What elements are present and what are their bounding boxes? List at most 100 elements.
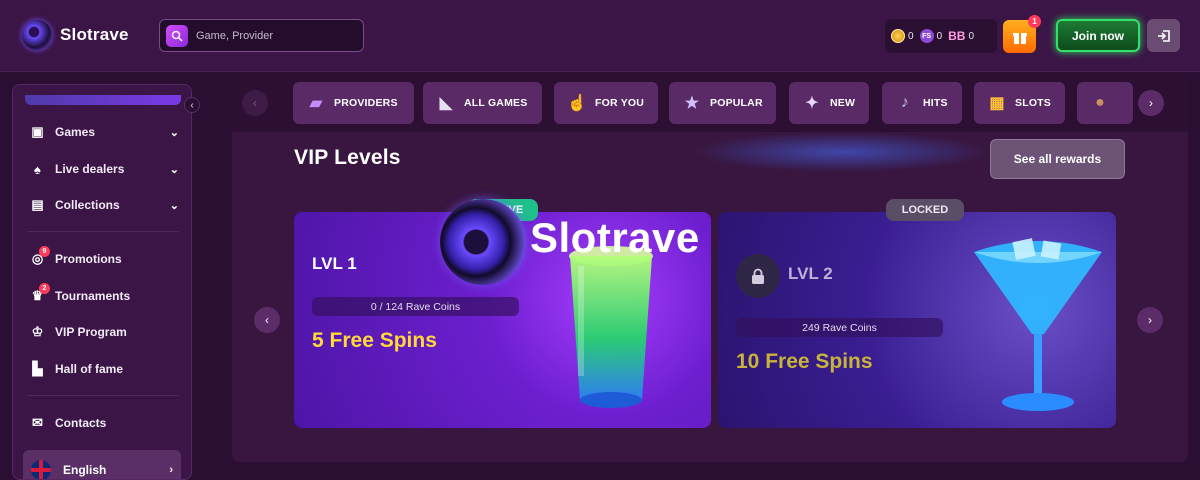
sidebar-item-label: Tournaments xyxy=(55,289,131,303)
background-glow xyxy=(692,132,992,172)
sidebar-item-label: Collections xyxy=(55,198,120,212)
locked-badge: LOCKED xyxy=(886,199,964,221)
site-logo[interactable]: Slotrave xyxy=(22,20,129,50)
category-more[interactable]: ● xyxy=(1077,82,1133,124)
sidebar: ▣ Games ⌄ ♠ Live dealers ⌄ ▤ Collections… xyxy=(12,84,192,480)
coin-icon: ● xyxy=(1095,94,1105,111)
chat-icon: ✉ xyxy=(32,415,43,430)
category-providers[interactable]: ▰ PROVIDERS xyxy=(293,82,414,124)
gift-button[interactable]: 1 xyxy=(1003,15,1041,53)
rave-coin-balance[interactable]: 0 xyxy=(891,29,914,43)
tournaments-icon: ♛ 2 xyxy=(29,282,50,305)
sidebar-item-label: VIP Program xyxy=(55,325,127,339)
promotions-badge: 9 xyxy=(39,245,50,257)
vip-levels-title: VIP Levels xyxy=(294,146,401,169)
gift-badge: 1 xyxy=(1028,15,1041,28)
level-reward: 5 Free Spins xyxy=(312,329,437,352)
category-all-games[interactable]: ◣ ALL GAMES xyxy=(423,82,542,124)
main-content: ‹ ▰ PROVIDERS ◣ ALL GAMES ☝ FOR YOU ★ PO… xyxy=(232,72,1188,462)
chevron-right-icon: › xyxy=(169,464,173,476)
microphone-icon: ♪ xyxy=(900,94,910,111)
balances-bar[interactable]: 0 FS 0 BB 0 xyxy=(885,19,997,53)
games-icon: ▣ xyxy=(31,124,44,139)
gift-icon xyxy=(1012,32,1027,44)
category-label: SLOTS xyxy=(1015,97,1052,109)
sparkle-icon: ✦ xyxy=(805,95,819,112)
collections-icon: ▤ xyxy=(31,197,44,212)
slot-machine-icon: ▦ xyxy=(989,95,1005,112)
language-selector[interactable]: English › xyxy=(23,450,181,479)
sidebar-divider xyxy=(27,231,179,232)
join-now-button[interactable]: Join now xyxy=(1056,19,1140,52)
promotions-icon: ◎ 9 xyxy=(29,245,50,268)
level-reward: 10 Free Spins xyxy=(736,350,873,373)
sidebar-item-promotions[interactable]: ◎ 9 Promotions xyxy=(29,245,179,271)
level-progress: 249 Rave Coins xyxy=(736,318,943,337)
logo-disc-icon xyxy=(22,20,52,50)
category-popular[interactable]: ★ POPULAR xyxy=(669,82,776,124)
vip-prev-button[interactable]: ‹ xyxy=(254,307,280,333)
sidebar-collapse-button[interactable]: ‹ xyxy=(184,97,200,113)
sidebar-item-label: Hall of fame xyxy=(55,362,124,376)
sidebar-item-contacts[interactable]: ✉ Contacts xyxy=(29,411,179,435)
vip-level-card-2[interactable]: LVL 2 249 Rave Coins 10 Free Spins xyxy=(718,212,1116,428)
login-button[interactable] xyxy=(1147,19,1180,52)
sidebar-item-label: Games xyxy=(55,125,96,139)
rave-coin-icon xyxy=(891,29,905,43)
categories-next-button[interactable]: › xyxy=(1138,90,1164,116)
sidebar-item-hall-of-fame[interactable]: ▙ Hall of fame xyxy=(29,357,179,381)
categories-prev-button[interactable]: ‹ xyxy=(242,90,268,116)
sidebar-item-tournaments[interactable]: ♛ 2 Tournaments xyxy=(29,282,179,308)
watermark-text: Slotrave xyxy=(530,214,700,261)
sidebar-item-label: Live dealers xyxy=(55,162,125,176)
sidebar-item-games[interactable]: ▣ Games ⌄ xyxy=(29,120,179,144)
bonus-balance-value: 0 xyxy=(968,30,975,42)
sidebar-item-label: Promotions xyxy=(55,252,122,266)
pointing-hand-icon: ☝ xyxy=(566,95,588,112)
vip-next-button[interactable]: › xyxy=(1137,307,1163,333)
category-hits[interactable]: ♪ HITS xyxy=(882,82,962,124)
category-label: FOR YOU xyxy=(595,97,645,109)
category-new[interactable]: ✦ NEW xyxy=(789,82,869,124)
category-label: ALL GAMES xyxy=(464,97,528,109)
login-icon xyxy=(1157,29,1170,42)
sidebar-divider xyxy=(27,395,179,396)
chevron-down-icon: ⌄ xyxy=(169,163,179,176)
category-slots[interactable]: ▦ SLOTS xyxy=(974,82,1065,124)
podium-icon: ▙ xyxy=(32,361,43,376)
sidebar-item-vip-program[interactable]: ♔ VIP Program xyxy=(29,320,179,344)
uk-flag-icon xyxy=(31,460,51,479)
free-spins-value: 0 xyxy=(936,30,943,42)
lock-icon xyxy=(736,254,780,298)
free-spins-balance[interactable]: FS 0 xyxy=(919,29,943,43)
slotrave-watermark-logo: Slotrave xyxy=(440,199,700,285)
category-for-you[interactable]: ☝ FOR YOU xyxy=(554,82,658,124)
category-bar: ‹ ▰ PROVIDERS ◣ ALL GAMES ☝ FOR YOU ★ PO… xyxy=(232,72,1188,132)
bonus-balance[interactable]: BB 0 xyxy=(948,29,974,43)
free-spins-icon: FS xyxy=(919,29,934,43)
level-label: LVL 2 xyxy=(788,264,833,283)
category-label: NEW xyxy=(830,97,856,109)
search-box[interactable] xyxy=(159,19,364,52)
star-icon: ★ xyxy=(684,95,700,112)
rave-coin-value: 0 xyxy=(908,30,914,42)
sidebar-item-live-dealers[interactable]: ♠ Live dealers ⌄ xyxy=(29,157,179,181)
blue-cocktail-illustration xyxy=(974,238,1102,411)
category-label: HITS xyxy=(923,97,948,109)
top-header: Slotrave 0 FS 0 BB 0 1 Join now xyxy=(0,0,1200,72)
logo-disc-icon xyxy=(440,199,526,285)
sidebar-item-label: Contacts xyxy=(55,416,107,430)
sidebar-banner[interactable] xyxy=(25,95,181,105)
sidebar-item-collections[interactable]: ▤ Collections ⌄ xyxy=(29,193,179,217)
crown-icon: ♔ xyxy=(31,324,44,339)
bonus-balance-icon: BB xyxy=(948,29,966,43)
search-icon[interactable] xyxy=(166,24,188,47)
category-label: PROVIDERS xyxy=(334,97,398,109)
see-all-rewards-button[interactable]: See all rewards xyxy=(990,139,1125,179)
category-label: POPULAR xyxy=(710,97,763,109)
level-progress: 0 / 124 Rave Coins xyxy=(312,297,519,316)
search-input[interactable] xyxy=(196,29,356,42)
language-label: English xyxy=(63,463,107,477)
megaphone-icon: ◣ xyxy=(439,95,453,112)
logo-text: Slotrave xyxy=(60,25,129,44)
